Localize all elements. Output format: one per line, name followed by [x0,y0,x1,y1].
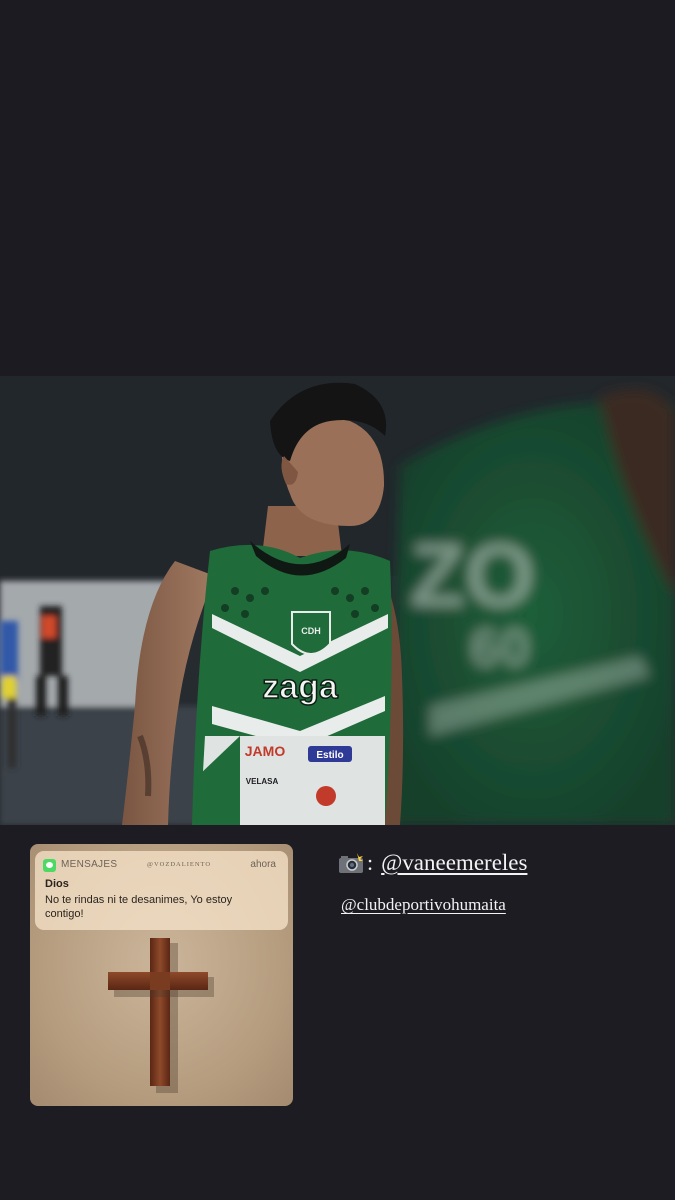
notification-app-name: MENSAJES [61,859,118,870]
basketball-player-photo: ZO 60 CDH zaga JAMO Estilo VELASA [0,376,675,825]
notification-image-card: MENSAJES @VOZDALIENTO ahora Dios No te r… [30,844,293,1106]
svg-text:CDH: CDH [301,626,321,636]
wooden-cross-icon [104,934,214,1094]
photo-credit-row: : @vaneemereles [338,848,527,878]
message-notification: MENSAJES @VOZDALIENTO ahora Dios No te r… [35,851,288,930]
notification-message: No te rindas ni te desanimes, Yo estoy c… [45,894,233,920]
notification-time: ahora [250,859,276,870]
notification-watermark-handle: @VOZDALIENTO [147,861,212,868]
notification-sender: Dios [45,878,69,890]
photographer-mention-link[interactable]: @vaneemereles [381,850,527,876]
svg-text:ZO: ZO [410,526,535,626]
story-background-top [0,0,675,376]
messages-icon [43,859,56,872]
svg-text:60: 60 [470,618,530,678]
club-mention-link[interactable]: @clubdeportivohumaita [341,895,506,915]
jersey-sponsor-1-text: JAMO [245,743,286,759]
credit-separator: : [367,850,374,875]
jersey-brand-text: zaga [262,668,339,706]
jersey-sponsor-2-text: Estilo [316,750,343,761]
camera-flash-icon [338,852,364,874]
jersey-sponsor-3-text: VELASA [246,777,279,786]
